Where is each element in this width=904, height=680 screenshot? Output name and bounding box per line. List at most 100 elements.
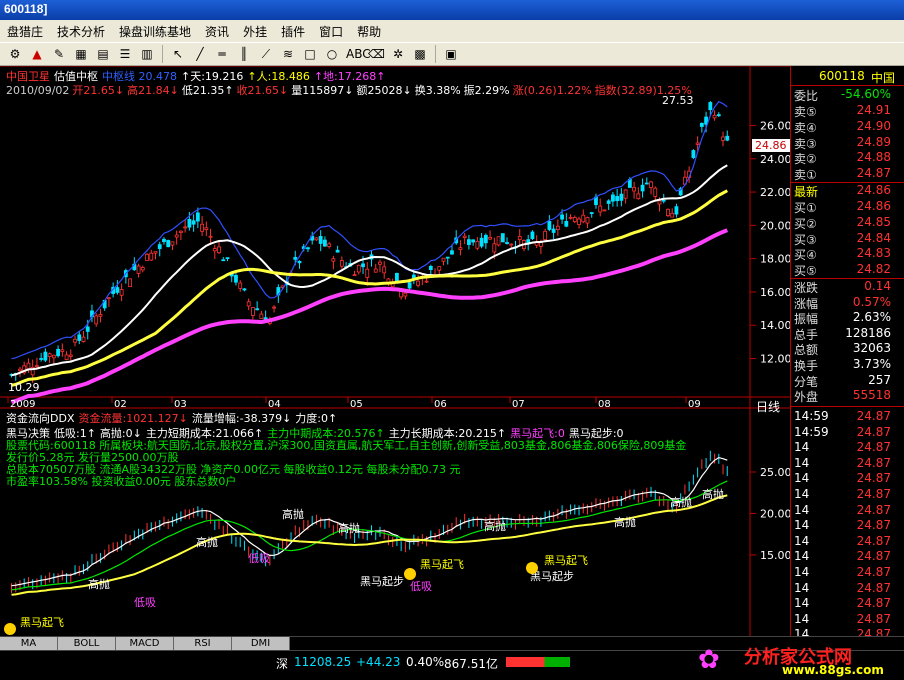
menu-item[interactable]: 盘猎庄	[0, 23, 50, 40]
candle-body	[107, 297, 111, 300]
hdr2-item: 2010/09/02	[6, 84, 70, 97]
stat-row: 涨幅 0.57%	[791, 295, 904, 311]
tick-row-label: 14	[794, 533, 810, 548]
stat-row-value: 128186	[845, 325, 891, 340]
menu-item[interactable]: 技术分析	[50, 23, 112, 40]
candle-body	[695, 142, 700, 145]
cursor-icon[interactable]: ↖	[170, 46, 186, 62]
candle-body	[153, 251, 158, 254]
sell-row: 卖③ 24.89	[791, 134, 904, 151]
lower-tick-label: 25.00	[760, 466, 790, 479]
vline-tool-icon[interactable]: ║	[236, 46, 252, 62]
candle-body	[212, 248, 217, 252]
candle-body	[272, 306, 276, 309]
candle-body	[98, 314, 103, 317]
tick-row-value: 24.87	[856, 580, 891, 595]
buy-row: 买① 24.86	[791, 199, 904, 215]
menu-item[interactable]: 插件	[274, 23, 312, 40]
paint-icon[interactable]: ✎	[51, 46, 67, 62]
grid-icon[interactable]: ▤	[95, 46, 111, 62]
tick-row-value: 24.87	[856, 487, 891, 501]
text-tool-icon[interactable]: ABC	[346, 46, 371, 62]
buy-row: 买④ 24.83	[791, 246, 904, 262]
candle-body	[551, 228, 556, 233]
candle-body	[509, 243, 514, 246]
candle-body	[428, 265, 433, 271]
candle-body	[462, 235, 467, 238]
quote-panel: 600118 中国 委比 -54.60% 卖⑤ 24.91 卖④ 24.90 卖③ 24.89 卖②…	[790, 66, 904, 641]
candle-body	[505, 242, 509, 244]
candle-body	[128, 278, 132, 288]
hdr2-item: 换3.38%	[414, 84, 461, 97]
kline-chart[interactable]: 26.00 24.00 22.00 20.00 18.00 16.00 14.00 12.00…	[0, 66, 790, 636]
tick-row-label: 14	[794, 596, 810, 611]
tick-row-label: 14	[794, 549, 810, 564]
quote-header: 600118 中国	[791, 69, 904, 85]
weibi-row: 委比 -54.60%	[791, 87, 904, 103]
index-pct: 0.40%	[406, 655, 445, 669]
channel-tool-icon[interactable]: ≋	[280, 46, 296, 62]
table-icon[interactable]: ▦	[73, 46, 89, 62]
chart-header-line2: 2010/09/02 开21.65↓ 高21.84↓ 低21.35↑ 收21.65↓ 量1…	[6, 82, 695, 98]
time-tick-label: 05	[350, 399, 363, 410]
gear-icon[interactable]: ⚙	[7, 46, 23, 62]
save-icon[interactable]: ▣	[443, 46, 459, 62]
candle-body	[488, 236, 492, 240]
menu-item[interactable]: 窗口	[312, 23, 350, 40]
candle-body	[657, 200, 662, 205]
candle-body	[674, 206, 679, 215]
buy-row-value: 24.86	[856, 199, 891, 213]
panel-divider	[791, 406, 904, 407]
candle-body	[373, 268, 378, 273]
sheet-icon[interactable]: ▥	[139, 46, 155, 62]
candle-body	[475, 240, 480, 249]
candle-body	[255, 308, 260, 311]
settings-icon[interactable]: ✲	[390, 46, 406, 62]
candle-body	[619, 193, 624, 201]
candle-body	[500, 233, 505, 243]
sell-row-label: 卖②	[794, 152, 817, 167]
fan-tool-icon[interactable]: ⟋	[258, 46, 274, 62]
palette-icon[interactable]: ▩	[412, 46, 428, 62]
tab-macd[interactable]: MACD	[116, 637, 174, 650]
tick-row: 14:59 24.87	[791, 425, 904, 440]
menu-item[interactable]: 资讯	[198, 23, 236, 40]
tick-row-value: 24.87	[856, 455, 891, 470]
sell-row-value: 24.89	[856, 134, 891, 149]
buy-row-label: 买⑤	[794, 264, 817, 279]
candle-body	[572, 217, 577, 223]
tab-rsi[interactable]: RSI	[174, 637, 232, 650]
tick-row-value: 24.87	[856, 424, 891, 439]
tab-ma[interactable]: MA	[0, 637, 58, 650]
candle-body	[589, 212, 594, 214]
tab-dmi[interactable]: DMI	[232, 637, 290, 650]
candle-body	[251, 307, 255, 316]
menu-item[interactable]: 操盘训练基地	[112, 23, 198, 40]
tick-row-label: 14	[794, 502, 810, 517]
hdr2-item: 开21.65↓	[72, 84, 125, 97]
menu-item[interactable]: 帮助	[350, 23, 388, 40]
line-tool-icon[interactable]: ╱	[192, 46, 208, 62]
candle-body	[157, 244, 162, 250]
candle-body	[670, 212, 675, 218]
candle-body	[560, 214, 564, 220]
eraser-icon[interactable]: ⌫	[368, 46, 385, 62]
breadth-bar	[506, 657, 570, 667]
stat-row: 涨跌 0.14	[791, 279, 904, 295]
tab-boll[interactable]: BOLL	[58, 637, 116, 650]
latest-row: 最新 24.86	[791, 183, 904, 199]
list-icon[interactable]: ☰	[117, 46, 133, 62]
hdr2-item: 额25028↓	[356, 84, 412, 97]
tick-row: 14 24.87	[791, 471, 904, 486]
alarm-icon[interactable]: ▲	[29, 46, 45, 62]
candle-body	[623, 189, 628, 199]
hline-tool-icon[interactable]: ═	[214, 46, 230, 62]
sell-row: 卖⑤ 24.91	[791, 103, 904, 119]
candle-body	[297, 260, 302, 264]
rect-tool-icon[interactable]: □	[302, 46, 318, 62]
menu-item[interactable]: 外挂	[236, 23, 274, 40]
circle-tool-icon[interactable]: ○	[324, 46, 340, 62]
tick-row: 14 24.87	[791, 456, 904, 471]
price-tick-label: 16.00	[760, 286, 790, 299]
candle-body	[636, 193, 641, 200]
